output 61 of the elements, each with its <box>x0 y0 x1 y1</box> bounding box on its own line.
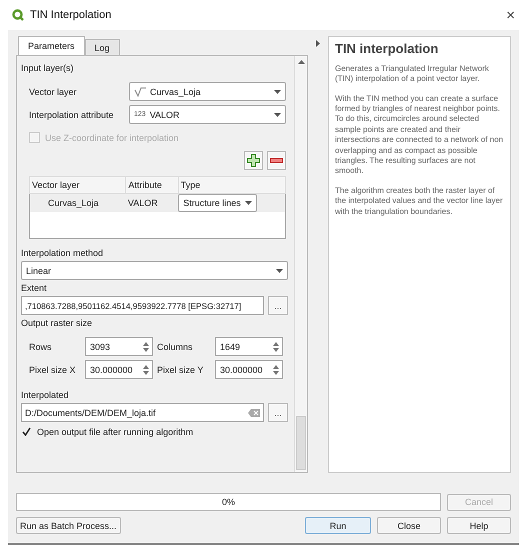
dialog-button[interactable]: Help <box>447 517 511 534</box>
section-label: Interpolation method <box>21 247 104 260</box>
number-spinbox[interactable]: 30.000000 <box>85 360 153 379</box>
progress-bar: 0% <box>16 493 441 511</box>
section-label: Output raster size <box>21 317 94 330</box>
tab[interactable]: Log <box>84 39 120 55</box>
close-button[interactable]: × <box>506 6 515 24</box>
minus-icon <box>270 158 283 163</box>
column-header: Attribute <box>126 176 178 194</box>
section-label: Interpolated <box>21 389 70 402</box>
window-title: TIN Interpolation <box>30 9 112 21</box>
field-label: Vector layer <box>29 86 78 96</box>
field-label: Rows <box>29 342 53 352</box>
dropdown-caret-icon <box>274 90 281 94</box>
line-layer-icon <box>134 86 146 96</box>
column-header: Type <box>178 176 286 194</box>
spinner-arrows-icon[interactable] <box>142 340 150 352</box>
vector-layer-dropdown[interactable]: Curvas_Loja <box>129 82 286 101</box>
method-dropdown[interactable]: Linear <box>21 261 288 280</box>
checkbox-row[interactable]: Open output file after running algorithm <box>21 422 288 441</box>
table-cell: VALOR <box>126 194 178 212</box>
field-label: Pixel size Y <box>157 364 204 374</box>
file-menu-button[interactable]: ... <box>268 403 288 422</box>
number-spinbox[interactable]: 1649 <box>215 337 283 356</box>
output-file-field[interactable]: D:/Documents/DEM/DEM_loja.tif <box>21 403 264 422</box>
field-label: Columns <box>157 342 194 352</box>
dropdown-caret-icon <box>274 112 281 116</box>
plus-icon <box>247 154 260 167</box>
field-label: Pixel size X <box>29 364 77 374</box>
dialog-button[interactable]: Run <box>305 517 371 534</box>
app-logo-icon <box>12 9 24 21</box>
remove-button[interactable] <box>267 151 286 170</box>
collapse-arrow-icon[interactable] <box>316 40 320 47</box>
field-label: Interpolation attribute <box>29 110 115 120</box>
spinner-arrows-icon[interactable] <box>272 364 280 376</box>
help-paragraph: With the TIN method you can create a surface formed by triangles of nearest neighbor points. To do this, circumcircles around selected sample points are created and their intersections are connected to a network of non overlapping and as compact as possible triangles. The resulting surfaces are not smooth. <box>335 94 504 177</box>
section-label: Extent <box>21 282 48 295</box>
section-label: Input layer(s) <box>21 62 75 75</box>
dropdown-caret-icon <box>276 268 283 272</box>
type-dropdown[interactable]: Structure lines <box>178 194 257 212</box>
scroll-up-icon[interactable] <box>298 60 304 64</box>
help-title: TIN interpolation <box>335 41 440 58</box>
scrollbar[interactable] <box>294 56 307 472</box>
add-button[interactable] <box>244 151 263 170</box>
number-spinbox[interactable]: 30.000000 <box>215 360 283 379</box>
extent-field[interactable]: ,710863.7288,9501162.4514,9593922.7778 [EPSG:32717] <box>21 296 264 315</box>
spinner-arrows-icon[interactable] <box>142 364 150 376</box>
tab[interactable]: Parameters <box>18 36 85 55</box>
extent-menu-button[interactable]: ... <box>268 296 288 315</box>
spinner-arrows-icon[interactable] <box>272 340 280 352</box>
table-cell: Curvas_Loja <box>30 194 126 212</box>
clear-icon[interactable] <box>248 408 260 416</box>
dialog-button[interactable]: Close <box>377 517 441 534</box>
number-spinbox[interactable]: 3093 <box>85 337 153 356</box>
help-paragraph: Generates a Triangulated Irregular Network (TIN) interpolation of a point vector layer. <box>335 64 490 85</box>
batch-process-button[interactable]: Run as Batch Process... <box>16 517 121 534</box>
scrollbar-thumb[interactable] <box>296 416 306 470</box>
column-header: Vector layer <box>30 176 126 194</box>
checkmark-icon <box>22 427 31 436</box>
help-paragraph: The algorithm creates both the raster layer of the interpolated values and the vector line layer with the triangulation boundaries. <box>335 186 504 217</box>
dropdown-caret-icon <box>244 201 252 205</box>
